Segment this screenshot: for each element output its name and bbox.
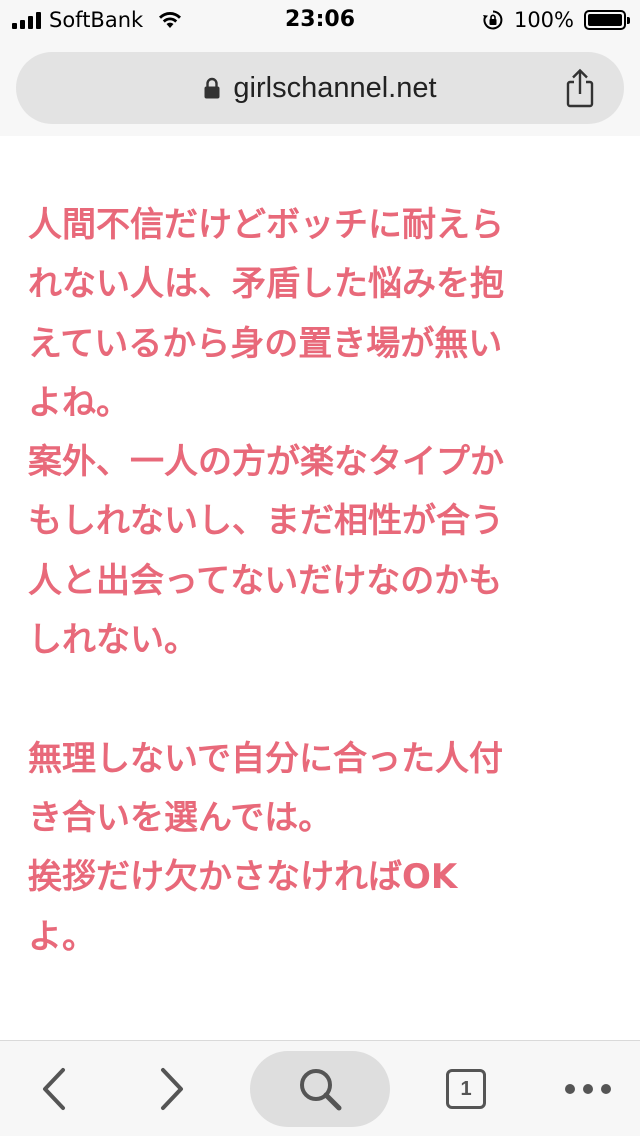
forward-button[interactable] — [140, 1041, 204, 1136]
comment-line: 案外、一人の方が楽なタイプか — [28, 442, 504, 483]
back-icon — [43, 1068, 65, 1110]
forward-icon — [161, 1068, 183, 1110]
search-icon — [300, 1069, 342, 1111]
comment-line: しれない。 — [28, 620, 198, 661]
battery-icon — [584, 10, 630, 30]
lock-icon — [204, 77, 220, 99]
comment-line: 挨拶だけ欠かさなければOK — [28, 857, 458, 898]
address-bar[interactable]: girlschannel.net — [16, 52, 624, 124]
comment-line: 無理しないで自分に合った人付 — [28, 738, 503, 779]
comment-line: よね。 — [28, 382, 130, 423]
status-bar: SoftBank 23:06 100% — [0, 0, 640, 40]
battery-percent: 100% — [513, 8, 574, 32]
tab-count: 1 — [460, 1077, 472, 1100]
search-button[interactable] — [250, 1051, 390, 1127]
comment-line: 人と出会ってないだけなのかも — [28, 560, 503, 601]
tabs-icon: 1 — [446, 1069, 486, 1109]
tabs-button[interactable]: 1 — [436, 1041, 496, 1136]
status-right: 100% — [482, 7, 630, 33]
comment-line: れない人は、矛盾した悩みを抱 — [28, 264, 504, 305]
url-text: girlschannel.net — [233, 71, 437, 104]
back-button[interactable] — [22, 1041, 86, 1136]
orientation-lock-icon — [482, 10, 503, 30]
bottom-toolbar: 1 — [0, 1040, 640, 1136]
page-content: 人間不信だけどボッチに耐えら れない人は、矛盾した悩みを抱 えているから身の置き… — [0, 136, 640, 1040]
more-button[interactable] — [552, 1041, 624, 1136]
comment-body: 人間不信だけどボッチに耐えら れない人は、矛盾した悩みを抱 えているから身の置き… — [28, 196, 612, 967]
browser-screen: SoftBank 23:06 100% girlschannel.net 人間不… — [0, 0, 640, 1136]
comment-line: 人間不信だけどボッチに耐えら — [28, 205, 504, 245]
comment-line — [28, 670, 612, 729]
address-bar-area: girlschannel.net — [0, 40, 640, 136]
comment-line: えているから身の置き場が無い — [28, 323, 503, 364]
comment-line: もしれないし、まだ相性が合う — [28, 501, 504, 542]
more-icon — [565, 1084, 611, 1094]
url-display[interactable]: girlschannel.net — [16, 52, 624, 124]
comment-line: き合いを選んでは。 — [28, 797, 333, 838]
share-icon[interactable] — [562, 68, 598, 108]
comment-line: よ。 — [28, 916, 96, 957]
